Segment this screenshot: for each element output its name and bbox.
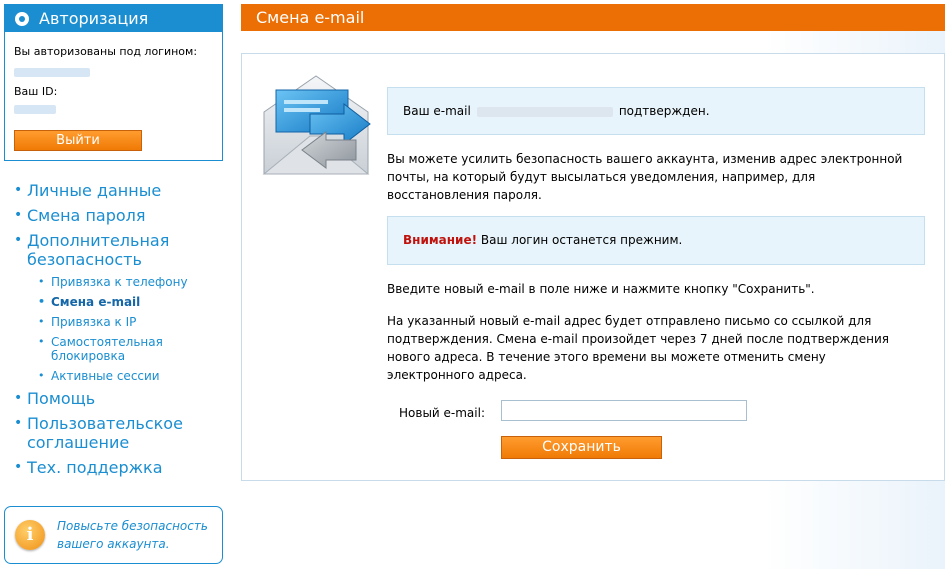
sub-item-self-block[interactable]: Самостоятельная блокировка	[38, 335, 168, 363]
new-email-label: Новый e-mail:	[399, 406, 485, 420]
security-tip: i Повысьте безопасность вашего аккаунта.	[4, 506, 223, 564]
sub-item-ip[interactable]: Привязка к IP	[38, 315, 224, 329]
login-value-redacted	[14, 68, 90, 77]
sidebar-nav: Личные данные Смена пароля Дополнительна…	[14, 181, 224, 483]
sub-item-email[interactable]: Смена e-mail	[38, 295, 224, 309]
user-id-label: Ваш ID:	[14, 85, 58, 98]
sub-item-sessions[interactable]: Активные сессии	[38, 369, 224, 383]
tip-text[interactable]: Повысьте безопасность вашего аккаунта.	[57, 517, 217, 553]
user-id-redacted	[14, 105, 56, 114]
sub-item-phone[interactable]: Привязка к телефону	[38, 275, 224, 289]
confirm-suffix: подтвержден.	[618, 104, 710, 118]
logout-button[interactable]: Выйти	[14, 130, 142, 151]
email-confirmed-notice: Ваш e-mail подтвержден.	[387, 87, 925, 135]
save-button[interactable]: Сохранить	[501, 436, 662, 459]
auth-title: Авторизация	[39, 9, 149, 28]
nav-item-help[interactable]: Помощь	[14, 389, 224, 408]
page-title: Смена e-mail	[241, 4, 945, 31]
confirmation-paragraph: На указанный новый e-mail адрес будет от…	[387, 314, 890, 382]
nav-item-agreement[interactable]: Пользовательское соглашение	[14, 414, 204, 452]
warning-text: Ваш логин останется прежним.	[480, 233, 683, 247]
nav-item-support[interactable]: Тех. поддержка	[14, 458, 224, 477]
info-icon: i	[15, 520, 45, 550]
email-value-redacted	[476, 106, 613, 117]
email-envelope-icon	[262, 75, 371, 175]
auth-bullet-icon	[15, 11, 29, 26]
sub-nav: Привязка к телефону Смена e-mail Привязк…	[14, 275, 224, 383]
new-email-input[interactable]	[501, 400, 747, 421]
confirm-prefix: Ваш e-mail	[403, 104, 471, 118]
logged-in-label: Вы авторизованы под логином:	[14, 45, 198, 58]
warning-notice: Внимание! Ваш логин останется прежним.	[387, 216, 925, 265]
instruction-paragraph: Введите новый e-mail в поле ниже и нажми…	[387, 282, 815, 296]
nav-item-personal[interactable]: Личные данные	[14, 181, 224, 200]
auth-header: Авторизация	[5, 5, 222, 32]
auth-panel: Авторизация Вы авторизованы под логином:…	[4, 4, 223, 161]
warning-label: Внимание!	[403, 233, 478, 247]
main-content: Ваш e-mail подтвержден. Вы можете усилить…	[241, 53, 945, 481]
nav-item-extra-security[interactable]: Дополнительная безопасность	[14, 231, 184, 269]
intro-paragraph: Вы можете усилить безопасность вашего ак…	[387, 152, 903, 202]
nav-item-change-password[interactable]: Смена пароля	[14, 206, 224, 225]
